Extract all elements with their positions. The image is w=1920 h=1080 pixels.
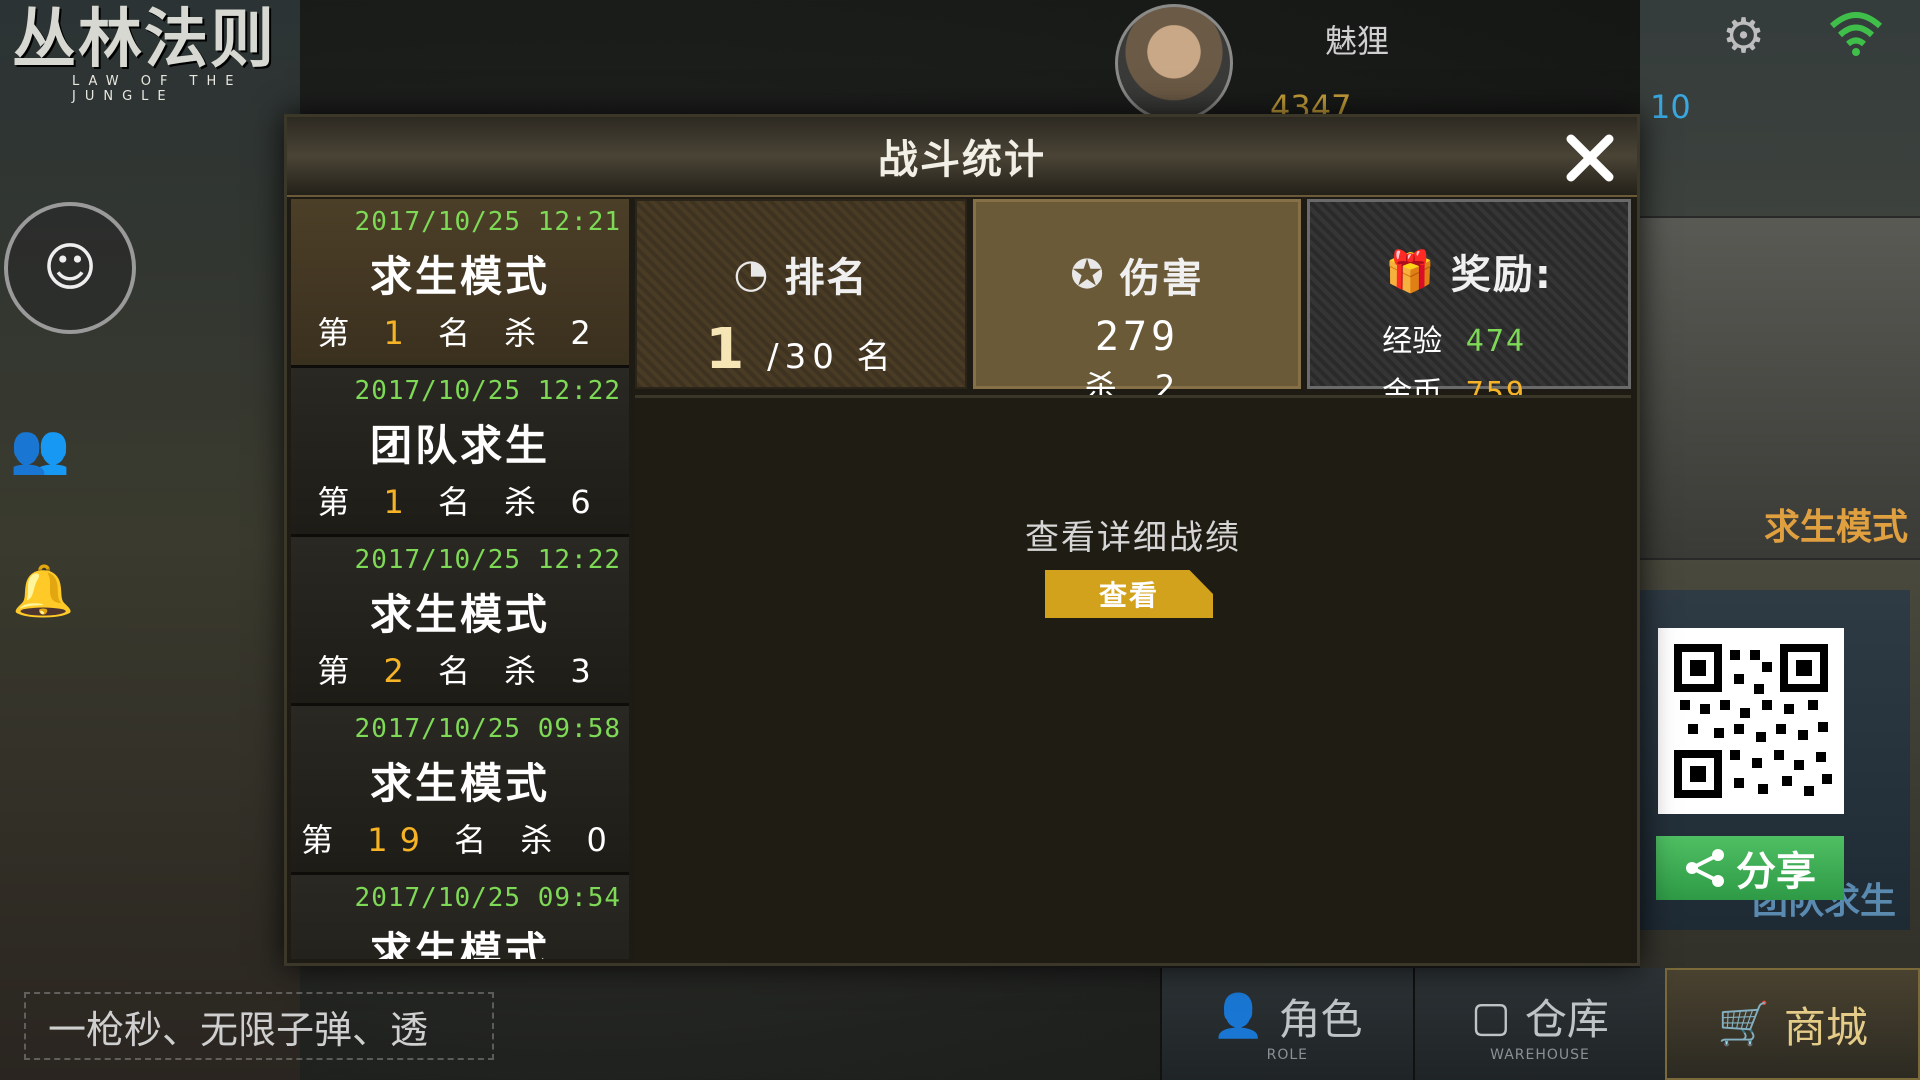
rank-title: 排名 (784, 255, 869, 301)
reward-stat-card: 🎁 奖励: 经验 474 金币 759 (1307, 199, 1631, 411)
rank-icon: ◔ (733, 251, 771, 297)
detail-panel: 查看详细战绩 查看 (635, 395, 1631, 962)
match-record[interactable]: 2017/10/25 09:54 求生模式 (291, 875, 629, 959)
bottom-nav: 👤 角色 ROLE ▢ 仓库 WAREHOUSE 🛒 商城 (1160, 968, 1920, 1080)
gem-balance: 10 (1650, 88, 1691, 126)
chat-input[interactable]: 一枪秒、无限子弹、透 (24, 992, 494, 1060)
detail-text: 查看详细战绩 (1025, 518, 1241, 558)
match-record[interactable]: 2017/10/25 12:22 求生模式 第 2 名 杀 3 (291, 537, 629, 706)
qr-code (1658, 628, 1844, 814)
player-avatar[interactable] (1115, 4, 1233, 122)
medal-icon: ✪ (1070, 252, 1106, 298)
mode-card-label: 求生模式 (1763, 507, 1908, 548)
record-mode: 求生模式 (369, 759, 550, 808)
nav-warehouse-sub: WAREHOUSE (1490, 1046, 1590, 1063)
record-time: 2017/10/25 09:58 (354, 714, 621, 744)
chat-placeholder: 一枪秒、无限子弹、透 (48, 1007, 429, 1052)
damage-value: 279 (1094, 314, 1180, 360)
record-mode: 团队求生 (369, 421, 550, 470)
rank-stat-card: ◔ 排名 1 /30 名 (635, 199, 967, 389)
background-scene-left (0, 0, 300, 1080)
record-rank: 第 1 名 杀 2 (317, 314, 603, 352)
chat-bubble-icon[interactable]: ☺ (4, 202, 136, 334)
match-record[interactable]: 2017/10/25 09:58 求生模式 第 19 名 杀 0 (291, 706, 629, 875)
share-button[interactable]: 分享 (1656, 836, 1844, 900)
dialog-header: 战斗统计 (287, 117, 1637, 197)
bell-alert-icon[interactable]: 🔔 (12, 562, 74, 621)
reward-exp-row: 经验 474 (1310, 316, 1628, 360)
share-label: 分享 (1736, 849, 1816, 895)
exp-label: 经验 (1382, 324, 1443, 359)
gear-icon[interactable]: ⚙ (1722, 8, 1765, 64)
nav-role[interactable]: 👤 角色 ROLE (1160, 968, 1413, 1080)
battle-stats-dialog: 战斗统计 2017/10/25 12:21 求生模式 第 1 名 杀 2 201… (284, 114, 1640, 966)
game-logo: 丛林法则 LAW OF THE JUNGLE (12, 0, 352, 104)
dialog-title: 战斗统计 (878, 137, 1046, 183)
survival-mode-card[interactable]: 求生模式 (1638, 216, 1920, 560)
close-icon (1566, 134, 1614, 182)
nav-warehouse[interactable]: ▢ 仓库 WAREHOUSE (1412, 968, 1666, 1080)
record-rank: 第 2 名 杀 3 (317, 652, 603, 690)
match-record[interactable]: 2017/10/25 12:21 求生模式 第 1 名 杀 2 (291, 199, 629, 368)
wifi-icon (1829, 12, 1883, 56)
record-time: 2017/10/25 09:54 (354, 883, 621, 913)
close-button[interactable] (1563, 131, 1617, 185)
exp-value: 474 (1465, 324, 1526, 359)
record-time: 2017/10/25 12:22 (354, 376, 621, 406)
cart-icon: 🛒 (1717, 999, 1770, 1048)
record-time: 2017/10/25 12:22 (354, 545, 621, 575)
reward-title: 奖励: (1450, 252, 1553, 298)
nav-warehouse-label: 仓库 (1524, 994, 1609, 1044)
nav-shop[interactable]: 🛒 商城 (1665, 968, 1920, 1080)
match-record-list[interactable]: 2017/10/25 12:21 求生模式 第 1 名 杀 2 2017/10/… (291, 199, 629, 959)
gift-icon: 🎁 (1385, 248, 1437, 295)
record-mode: 求生模式 (369, 252, 550, 301)
record-mode: 求生模式 (369, 590, 550, 639)
nav-role-sub: ROLE (1266, 1046, 1309, 1063)
person-icon: 👤 (1212, 991, 1265, 1040)
friends-icon[interactable]: 👥 (10, 420, 70, 477)
rank-value: 1 /30 名 (705, 317, 897, 382)
box-icon: ▢ (1471, 991, 1511, 1041)
player-name: 魅狸 (1325, 22, 1390, 60)
damage-stat-card: ✪ 伤害 279 杀 2 (973, 199, 1301, 406)
nav-shop-label: 商城 (1783, 1002, 1868, 1052)
nav-role-label: 角色 (1278, 994, 1363, 1044)
record-rank: 第 1 名 杀 6 (317, 483, 603, 521)
logo-title: 丛林法则 (12, 2, 276, 77)
record-time: 2017/10/25 12:21 (354, 207, 621, 237)
damage-title: 伤害 (1119, 256, 1204, 302)
share-icon (1686, 849, 1724, 887)
record-mode: 求生模式 (369, 928, 550, 959)
match-record[interactable]: 2017/10/25 12:22 团队求生 第 1 名 杀 6 (291, 368, 629, 537)
view-detail-button[interactable]: 查看 (1045, 570, 1213, 618)
record-rank: 第 19 名 杀 0 (301, 821, 619, 859)
